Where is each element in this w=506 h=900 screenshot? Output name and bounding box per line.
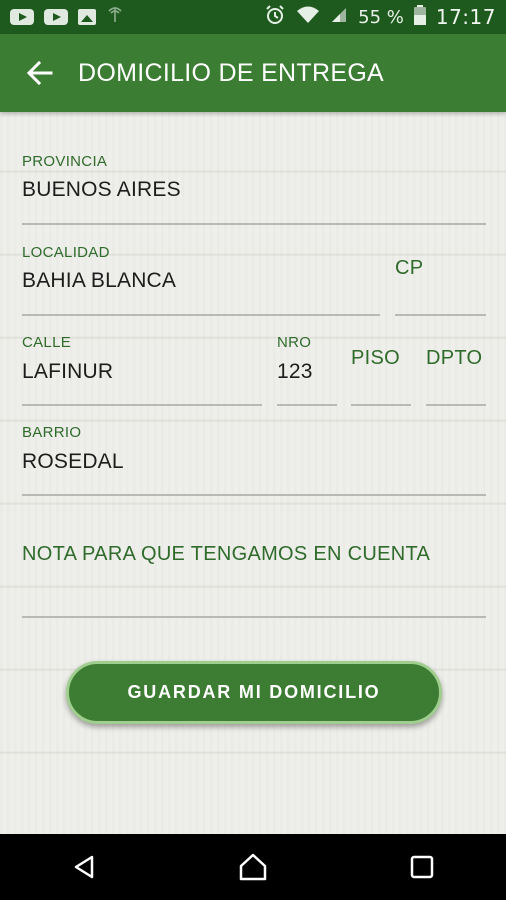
dpto-underline (426, 404, 486, 406)
barrio-underline (22, 494, 486, 496)
barrio-label: BARRIO (22, 424, 82, 441)
dpto-field[interactable]: DPTO (426, 347, 482, 370)
provincia-underline (22, 223, 486, 225)
nav-recents-button[interactable] (392, 837, 452, 897)
piso-field[interactable]: PISO (351, 347, 400, 370)
nro-field[interactable]: 123 (277, 360, 313, 384)
app-bar: DOMICILIO DE ENTREGA (0, 34, 506, 112)
home-icon (239, 853, 267, 881)
clock: 17:17 (435, 5, 496, 29)
recents-square-icon (410, 855, 433, 879)
localidad-field[interactable]: BAHIA BLANCA (22, 269, 176, 293)
calle-label: CALLE (22, 334, 72, 351)
signal-icon (106, 6, 124, 28)
provincia-label: PROVINCIA (22, 153, 108, 170)
battery-icon (413, 5, 426, 29)
localidad-label: LOCALIDAD (22, 244, 110, 261)
provincia-field[interactable]: BUENOS AIRES (22, 178, 181, 202)
youtube-icon (10, 9, 34, 25)
cp-field[interactable]: CP (395, 257, 423, 280)
status-right-icons: 55 % 17:17 (264, 4, 496, 30)
calle-field[interactable]: LAFINUR (22, 360, 113, 384)
status-bar: 55 % 17:17 (0, 0, 506, 34)
wifi-icon (296, 5, 320, 29)
address-form: PROVINCIA BUENOS AIRES LOCALIDAD BAHIA B… (0, 112, 506, 834)
back-triangle-icon (75, 855, 94, 879)
page-title: DOMICILIO DE ENTREGA (78, 58, 385, 87)
cp-underline (395, 314, 486, 316)
nav-home-button[interactable] (223, 837, 283, 897)
nota-field[interactable]: NOTA PARA QUE TENGAMOS EN CUENTA (22, 543, 430, 566)
calle-underline (22, 404, 262, 406)
youtube-icon (44, 9, 68, 25)
nro-label: NRO (277, 334, 312, 351)
system-nav-bar (0, 834, 506, 900)
status-left-icons (10, 6, 124, 28)
barrio-field[interactable]: ROSEDAL (22, 450, 124, 474)
piso-underline (351, 404, 411, 406)
nota-underline (22, 616, 486, 618)
cell-signal-icon (330, 6, 348, 28)
alarm-icon (264, 4, 286, 30)
localidad-underline (22, 314, 380, 316)
back-button[interactable] (10, 34, 70, 112)
nav-back-button[interactable] (54, 837, 114, 897)
arrow-left-icon (26, 60, 53, 86)
image-icon (78, 9, 96, 25)
nro-underline (277, 404, 337, 406)
save-address-button[interactable]: GUARDAR MI DOMICILIO (66, 661, 442, 724)
battery-percent: 55 % (358, 6, 404, 28)
